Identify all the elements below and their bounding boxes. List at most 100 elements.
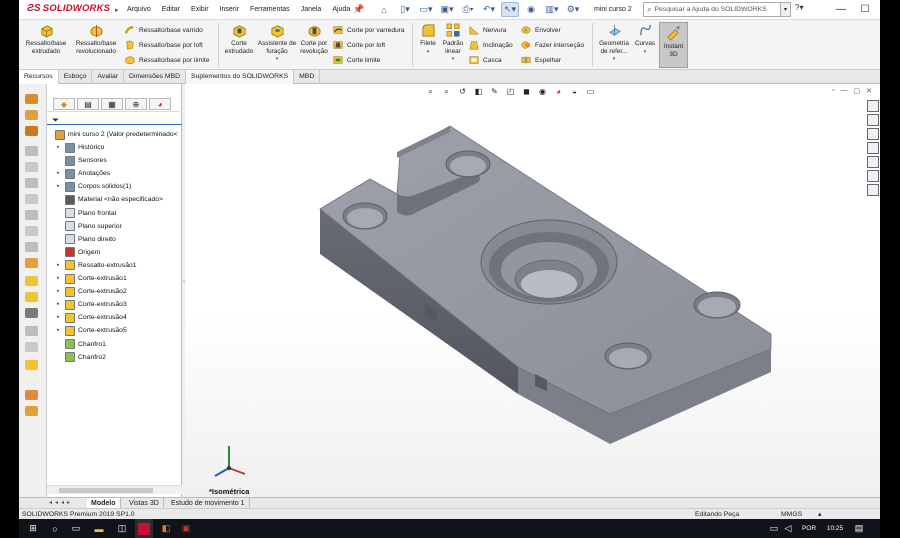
help-search-box[interactable]: ⌕ Pesquisar a Ajuda do SOLIDWORKS ▾	[643, 2, 791, 17]
display-style-icon[interactable]: ◼	[521, 86, 532, 97]
home-task-icon[interactable]	[867, 100, 879, 112]
section-view-icon[interactable]: ◧	[473, 86, 484, 97]
file-explorer-icon[interactable]: ▬	[92, 519, 106, 538]
expand-arrow-icon[interactable]: ▸	[57, 285, 65, 298]
solidworks-taskbar-icon[interactable]	[135, 519, 153, 538]
tab-avaliar[interactable]: Avaliar	[92, 70, 125, 84]
dropdown-arrow-icon[interactable]: ▾	[276, 56, 279, 64]
search-dropdown-icon[interactable]: ▾	[780, 3, 790, 16]
toolbar-icon[interactable]	[25, 390, 38, 400]
expand-arrow-icon[interactable]: ▸	[57, 259, 65, 272]
tree-item[interactable]: Sensores	[49, 154, 180, 167]
expand-arrow-icon[interactable]: ▸	[57, 167, 65, 180]
tab-dimensoes-mbd[interactable]: Dimensões MBD	[124, 70, 187, 84]
apply-scene-icon[interactable]: ◒	[569, 86, 580, 97]
menu-janela[interactable]: Janela	[301, 6, 322, 13]
select-cursor-icon[interactable]: ↖▾	[501, 2, 519, 17]
tree-item[interactable]: ▸ Histórico	[49, 141, 180, 154]
tree-item[interactable]: ▸ Corte-extrusão5	[49, 324, 180, 337]
expand-arrow-icon[interactable]: ▸	[57, 324, 65, 337]
horizontal-scrollbar[interactable]	[47, 485, 182, 494]
reference-geometry-button[interactable]: Geometria de refer... ▾	[595, 23, 633, 64]
menu-exibir[interactable]: Exibir	[191, 6, 209, 13]
notifications-icon[interactable]: ▤	[852, 519, 866, 538]
tab-navigation-arrows[interactable]: ◂◂◂▸	[49, 499, 73, 506]
tree-item[interactable]: ▸ Corte-extrusão4	[49, 311, 180, 324]
view-settings-icon[interactable]: ▭	[585, 86, 596, 97]
toolbar-icon[interactable]	[25, 194, 38, 204]
tab-recursos[interactable]: Recursos	[19, 70, 59, 84]
toolbar-icon[interactable]	[25, 94, 38, 104]
graphics-area[interactable]: ⌕ ⌕ ↺ ◧ ✎ ◰ ◼ ◉ ◕ ◒ ▭ ▫ — ▢ ✕ *Isométric…	[185, 84, 880, 497]
fillet-button[interactable]: Filete ▾	[416, 23, 440, 56]
configuration-manager-tab-icon[interactable]: ▦	[101, 98, 123, 110]
edit-appearance-icon[interactable]: ◕	[553, 86, 564, 97]
feature-tree-tab-icon[interactable]: ◆	[53, 98, 75, 110]
open-folder-icon[interactable]: ▭▾	[417, 2, 435, 17]
task-view-icon[interactable]: ▭	[69, 519, 83, 538]
linear-pattern-button[interactable]: Padrão linear ▾	[441, 23, 465, 64]
view-orientation-icon[interactable]: ◰	[505, 86, 516, 97]
viewport-close-icon[interactable]: ✕	[866, 87, 872, 95]
tree-item[interactable]: Plano superior	[49, 220, 180, 233]
toolbar-icon[interactable]	[25, 110, 38, 120]
toolbar-icon[interactable]	[25, 360, 38, 370]
app-icon[interactable]: ◧	[159, 519, 173, 538]
maximize-icon[interactable]: ☐	[853, 0, 877, 18]
display-manager-tab-icon[interactable]: ◕	[149, 98, 171, 110]
tab-suplementos[interactable]: Suplementos do SOLIDWORKS	[186, 70, 295, 84]
rib-button[interactable]: Nervura	[469, 25, 506, 35]
clock[interactable]: 10:25	[824, 519, 846, 538]
close-icon[interactable]: ✕	[877, 0, 880, 18]
custom-properties-icon[interactable]	[867, 170, 879, 182]
tree-item[interactable]: Plano frontal	[49, 207, 180, 220]
tree-item[interactable]: ▸ Corte-extrusão2	[49, 285, 180, 298]
boundary-boss-button[interactable]: Ressalto/base por limite	[125, 55, 209, 65]
shell-button[interactable]: Casca	[469, 55, 502, 65]
print-icon[interactable]: ⎙▾	[459, 2, 477, 17]
tree-item[interactable]: Material <não especificado>	[49, 193, 180, 206]
toolbar-icon[interactable]	[25, 178, 38, 188]
toolbar-icon[interactable]	[25, 126, 38, 136]
property-manager-tab-icon[interactable]: ▤	[77, 98, 99, 110]
tree-item[interactable]: Origem	[49, 246, 180, 259]
toolbar-icon[interactable]	[25, 276, 38, 286]
tree-item[interactable]: ▸ Corpos sólidos(1)	[49, 180, 180, 193]
forum-icon[interactable]	[867, 184, 879, 196]
expand-arrow-icon[interactable]: ▸	[57, 141, 65, 154]
toolbar-icon[interactable]	[25, 326, 38, 336]
zoom-area-icon[interactable]: ⌕	[441, 86, 452, 97]
resources-task-icon[interactable]	[867, 114, 879, 126]
minimize-icon[interactable]: —	[829, 0, 853, 18]
tree-item[interactable]: ▸ Anotações	[49, 167, 180, 180]
options-gear-icon[interactable]: ⚙▾	[564, 2, 582, 17]
pin-menu-icon[interactable]: 📌	[353, 4, 364, 15]
unit-system[interactable]: MMGS	[781, 509, 802, 519]
extruded-boss-button[interactable]: Ressalto/base extrudado	[24, 23, 68, 55]
dimxpert-tab-icon[interactable]: ⊕	[125, 98, 147, 110]
lofted-cut-button[interactable]: Corte por loft	[333, 40, 385, 50]
toolbar-icon[interactable]	[25, 226, 38, 236]
zoom-to-fit-icon[interactable]: ⌕	[425, 86, 436, 97]
dynamic-annotation-icon[interactable]: ✎	[489, 86, 500, 97]
windows-start-icon[interactable]: ⊞	[26, 519, 40, 538]
new-document-icon[interactable]: ▯▾	[396, 2, 414, 17]
network-icon[interactable]: ▭	[769, 519, 779, 538]
menu-ajuda[interactable]: Ajuda	[332, 6, 350, 13]
swept-cut-button[interactable]: Corte por varredura	[333, 25, 405, 35]
tree-item[interactable]: ▸ Corte-extrusão3	[49, 298, 180, 311]
tree-item[interactable]: Chanfro2	[49, 351, 180, 364]
toolbar-icon[interactable]	[25, 242, 38, 252]
curves-button[interactable]: Curvas ▾	[633, 23, 657, 56]
undo-icon[interactable]: ↶▾	[480, 2, 498, 17]
toolbar-icon[interactable]	[25, 406, 38, 416]
logo-menu-arrow-icon[interactable]: ▸	[115, 6, 119, 14]
viewport-minimize-icon[interactable]: —	[841, 87, 848, 95]
expand-arrow-icon[interactable]: ▸	[57, 180, 65, 193]
swept-boss-button[interactable]: Ressalto/base varrido	[125, 25, 203, 35]
dropdown-arrow-icon[interactable]: ▾	[452, 56, 455, 64]
dropdown-arrow-icon[interactable]: ▾	[427, 49, 430, 57]
tree-item[interactable]: Plano direito	[49, 233, 180, 246]
expand-arrow-icon[interactable]: ▸	[57, 298, 65, 311]
tab-esboco[interactable]: Esboço	[59, 70, 93, 84]
